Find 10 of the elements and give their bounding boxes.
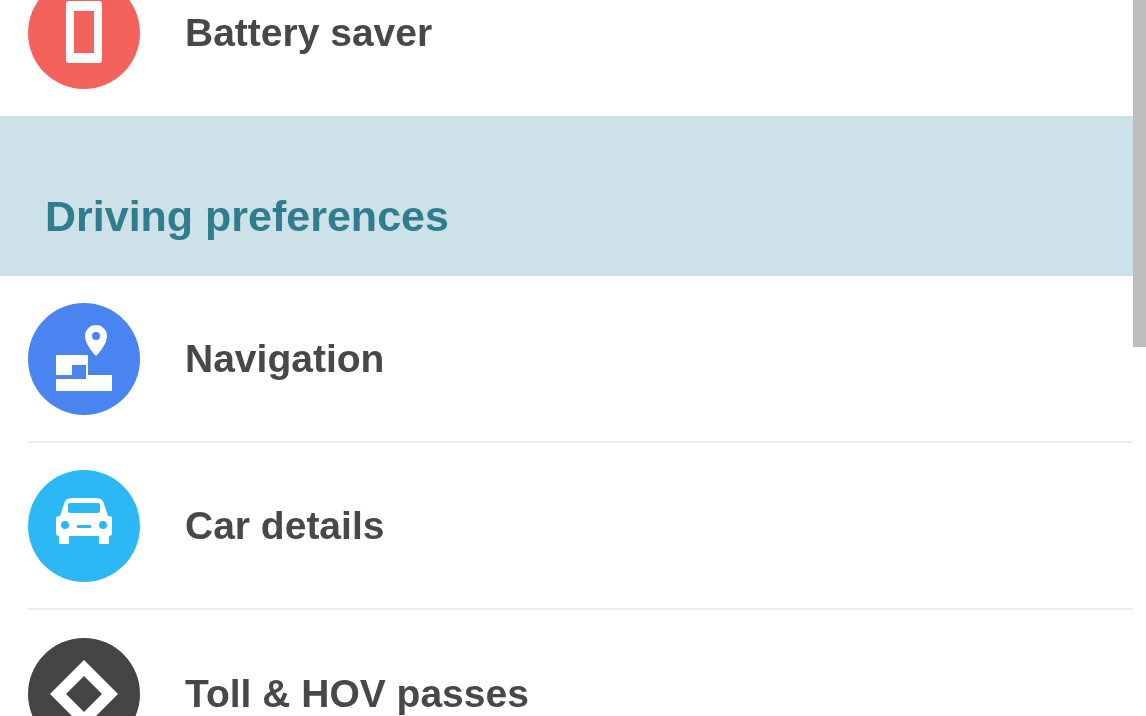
item-label: Car details bbox=[185, 503, 385, 548]
settings-item[interactable]: Battery saver bbox=[28, 0, 1133, 116]
settings-item[interactable]: Car details bbox=[28, 443, 1133, 610]
item-label: Battery saver bbox=[185, 10, 433, 55]
item-label: Navigation bbox=[185, 336, 385, 381]
settings-item[interactable]: Navigation bbox=[28, 276, 1133, 443]
settings-item[interactable]: Toll & HOV passes bbox=[28, 610, 1133, 716]
item-label: Toll & HOV passes bbox=[185, 671, 529, 716]
scrollbar[interactable] bbox=[1133, 0, 1146, 347]
section-title: Driving preferences bbox=[45, 191, 449, 241]
